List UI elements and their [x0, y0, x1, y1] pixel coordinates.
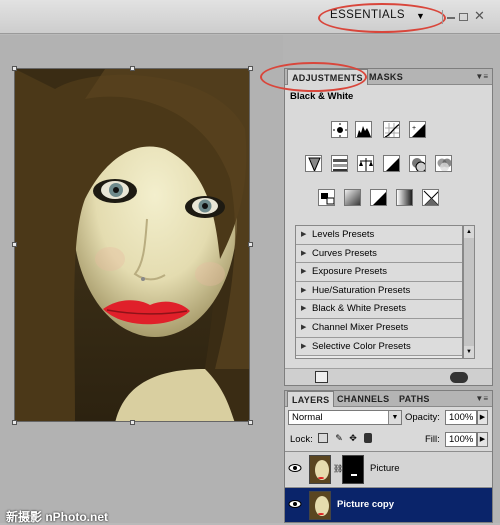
channel-mixer-icon[interactable]	[435, 155, 452, 172]
return-to-list-icon[interactable]	[315, 371, 328, 383]
visibility-eye-icon[interactable]	[288, 461, 302, 475]
panel-menu-icon[interactable]: ▼≡	[475, 394, 488, 403]
selective-color-icon[interactable]	[422, 189, 439, 206]
adjustment-title: Black & White	[290, 91, 354, 102]
transform-handle[interactable]	[130, 66, 135, 71]
brightness-contrast-icon[interactable]	[331, 121, 348, 138]
expand-triangle-icon[interactable]: ▶	[301, 319, 306, 337]
layers-panel: LAYERS CHANNELS PATHS ▼≡ Normal ▼ Opacity…	[284, 390, 493, 523]
lock-all-icon[interactable]	[364, 433, 372, 443]
divider	[442, 10, 443, 24]
chevron-down-icon[interactable]: ▼	[388, 411, 401, 424]
panel-footer	[285, 368, 492, 385]
scroll-up-icon[interactable]: ▲	[464, 226, 474, 238]
posterize-icon[interactable]	[344, 189, 361, 206]
vibrance-icon[interactable]	[305, 155, 322, 172]
minimize-icon[interactable]	[447, 17, 455, 19]
expand-triangle-icon[interactable]: ▶	[301, 245, 306, 263]
watermark: 新摄影 nPhoto.net	[6, 510, 108, 524]
list-item[interactable]: ▶ Hue/Saturation Presets	[296, 281, 462, 301]
list-item[interactable]: ▶ Selective Color Presets	[296, 337, 462, 357]
lock-label: Lock:	[290, 434, 313, 445]
list-item[interactable]: ▶ Channel Mixer Presets	[296, 318, 462, 338]
transform-handle[interactable]	[248, 242, 253, 247]
gradient-map-icon[interactable]	[396, 189, 413, 206]
preset-list: ▶ Levels Presets ▶ Curves Presets ▶ Exposur…	[295, 225, 463, 359]
expand-triangle-icon[interactable]: ▶	[301, 300, 306, 318]
expand-triangle-icon[interactable]: ▶	[301, 282, 306, 300]
scrollbar[interactable]: ▲ ▼	[463, 225, 475, 359]
fill-field[interactable]: 100%	[445, 432, 477, 447]
tab-masks[interactable]: MASKS	[365, 69, 407, 85]
svg-text:+: +	[412, 125, 416, 132]
visibility-eye-icon[interactable]	[288, 497, 302, 511]
expand-triangle-icon[interactable]: ▶	[301, 263, 306, 281]
lock-image-icon[interactable]: ✎	[334, 433, 344, 443]
tab-channels[interactable]: CHANNELS	[333, 391, 393, 407]
canvas-area	[0, 35, 283, 523]
transform-handle[interactable]	[12, 66, 17, 71]
transform-handle[interactable]	[248, 420, 253, 425]
list-item[interactable]: ▶ Curves Presets	[296, 244, 462, 264]
layer-mask-thumbnail	[342, 455, 364, 484]
opacity-arrow-icon[interactable]: ▶	[477, 410, 488, 425]
highlight-circle	[260, 62, 367, 92]
exposure-icon[interactable]: +	[409, 121, 426, 138]
fill-arrow-icon[interactable]: ▶	[477, 432, 488, 447]
tab-layers[interactable]: LAYERS	[287, 391, 335, 407]
blend-mode-select[interactable]: Normal ▼	[288, 410, 402, 425]
list-item[interactable]: ▶ Levels Presets	[296, 226, 462, 245]
opacity-label: Opacity:	[405, 412, 440, 423]
scroll-down-icon[interactable]: ▼	[464, 346, 474, 358]
document-image	[14, 68, 250, 422]
layer-row-selected[interactable]: Picture copy	[285, 487, 492, 522]
threshold-icon[interactable]	[370, 189, 387, 206]
list-item[interactable]: ▶ Black & White Presets	[296, 300, 462, 319]
curves-icon[interactable]	[383, 121, 400, 138]
layer-name: Picture	[370, 463, 400, 474]
photo-filter-icon[interactable]	[409, 155, 426, 172]
highlight-circle	[318, 3, 446, 33]
application-bar: ESSENTIALS ▼ ✕	[0, 0, 500, 34]
clip-mask-icon[interactable]	[450, 372, 468, 383]
transform-handle[interactable]	[130, 420, 135, 425]
transform-handle[interactable]	[12, 242, 17, 247]
color-balance-icon[interactable]	[357, 155, 374, 172]
close-icon[interactable]: ✕	[474, 8, 485, 24]
panel-tabs: LAYERS CHANNELS PATHS ▼≡	[285, 391, 492, 407]
adjustments-panel: ADJUSTMENTS MASKS ▼≡ Black & White + ▶ Le…	[284, 68, 493, 386]
fill-label: Fill:	[425, 434, 440, 445]
hue-saturation-icon[interactable]	[331, 155, 348, 172]
panel-menu-icon[interactable]: ▼≡	[475, 72, 488, 81]
lock-position-icon[interactable]: ✥	[348, 433, 358, 443]
tab-paths[interactable]: PATHS	[395, 391, 434, 407]
expand-triangle-icon[interactable]: ▶	[301, 338, 306, 356]
black-white-icon[interactable]	[383, 155, 400, 172]
layer-name: Picture copy	[337, 499, 395, 510]
restore-icon[interactable]	[459, 13, 468, 21]
transform-handle[interactable]	[248, 66, 253, 71]
layer-row[interactable]: ⛓ Picture	[285, 451, 492, 486]
list-item[interactable]: ▶ Exposure Presets	[296, 263, 462, 282]
expand-triangle-icon[interactable]: ▶	[301, 226, 306, 244]
layer-thumbnail	[309, 455, 331, 484]
transform-handle[interactable]	[12, 420, 17, 425]
lock-transparency-icon[interactable]	[318, 433, 328, 443]
levels-icon[interactable]	[355, 121, 372, 138]
layer-thumbnail	[309, 491, 331, 520]
invert-icon[interactable]	[318, 189, 335, 206]
opacity-field[interactable]: 100%	[445, 410, 477, 425]
